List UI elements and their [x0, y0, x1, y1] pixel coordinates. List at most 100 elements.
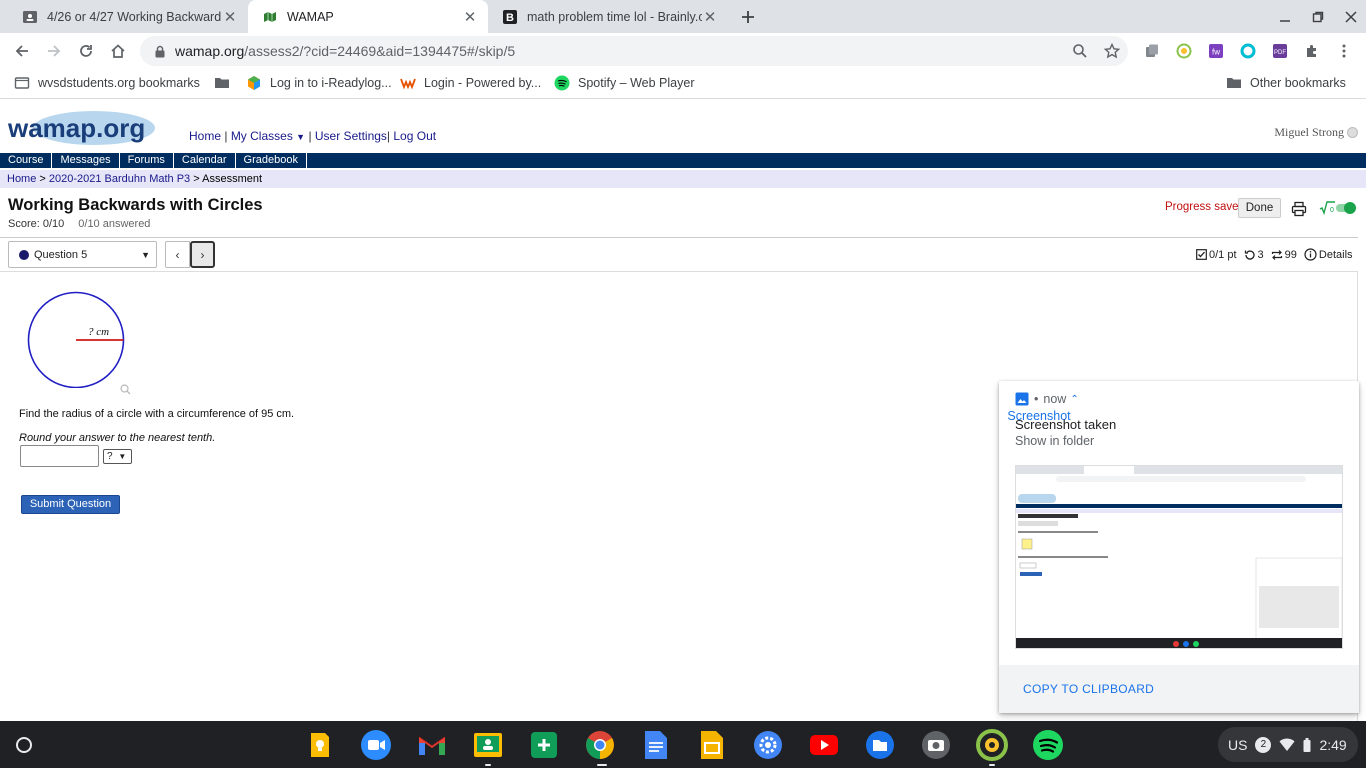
window-close-button[interactable]: [1334, 0, 1366, 33]
sheets-icon: [531, 732, 557, 758]
home-button[interactable]: [102, 35, 134, 67]
nav-gradebook[interactable]: Gradebook: [236, 153, 307, 168]
reload-button[interactable]: [70, 35, 102, 67]
forward-button[interactable]: [38, 35, 70, 67]
details-button[interactable]: Details: [1304, 248, 1353, 261]
screenshot-notification[interactable]: Screenshot • now ⌃ Screenshot taken Show…: [999, 381, 1359, 713]
bookmark-login-powered[interactable]: Login - Powered by...: [400, 75, 541, 91]
notification-title: Screenshot taken: [1015, 417, 1117, 432]
unit-select-value: ?: [107, 451, 113, 462]
shelf-zoom[interactable]: [360, 729, 392, 761]
shelf-gmail[interactable]: [416, 729, 448, 761]
bookmark-iready[interactable]: Log in to i-Readylog...: [246, 75, 392, 91]
classroom-icon: [23, 10, 37, 23]
tab-strip: 4/26 or 4/27 Working Backward ✕ WAMAP ✕ …: [0, 0, 1366, 33]
shelf-docs[interactable]: [640, 729, 672, 761]
back-button[interactable]: [6, 35, 38, 67]
keep-icon: [311, 733, 329, 757]
minimize-icon: [1280, 19, 1290, 22]
shelf-iready[interactable]: [976, 729, 1008, 761]
close-icon[interactable]: ✕: [222, 9, 238, 26]
notification-header: Screenshot • now ⌃: [1007, 392, 1078, 423]
answer-input[interactable]: [20, 445, 99, 467]
url-path: /assess2/?cid=24469&aid=1394475#/skip/5: [244, 43, 516, 59]
iready-icon: [248, 76, 260, 90]
new-tab-button[interactable]: [731, 0, 765, 33]
copy-to-clipboard-button[interactable]: COPY TO CLIPBOARD: [1023, 682, 1154, 696]
shelf-chrome[interactable]: [584, 729, 616, 761]
home-link[interactable]: Home: [189, 129, 221, 143]
nav-course[interactable]: Course: [0, 153, 53, 168]
done-button[interactable]: Done: [1238, 198, 1281, 218]
submit-question-button[interactable]: Submit Question: [21, 495, 120, 514]
bookmark-star-icon[interactable]: [1104, 43, 1120, 59]
retry-icon: [1244, 249, 1255, 260]
tab-brainly[interactable]: B math problem time lol - Brainly.c ✕: [488, 0, 728, 33]
screenshot-thumbnail[interactable]: [1015, 465, 1343, 649]
spotify-icon: [1033, 730, 1063, 760]
tab-title: 4/26 or 4/27 Working Backward: [47, 9, 222, 24]
print-icon[interactable]: [1291, 201, 1307, 217]
colorful-circle-icon[interactable]: [1240, 43, 1256, 59]
bookmark-wvsdstudents[interactable]: wvsdstudents.org bookmarks: [14, 75, 200, 91]
address-bar[interactable]: wamap.org/assess2/?cid=24469&aid=1394475…: [140, 36, 1128, 66]
breadcrumb-course[interactable]: 2020-2021 Barduhn Math P3: [49, 173, 190, 185]
prev-question-button[interactable]: ‹: [165, 241, 190, 268]
shelf-sheets[interactable]: [528, 729, 560, 761]
locale-label: US: [1228, 736, 1248, 753]
math-display-toggle[interactable]: 0: [1319, 201, 1357, 215]
question-hint: Round your answer to the nearest tenth.: [19, 432, 216, 444]
next-question-button[interactable]: ›: [190, 241, 215, 268]
tab-wamap[interactable]: WAMAP ✕: [248, 0, 488, 33]
user-avatar-icon[interactable]: [1347, 127, 1358, 138]
extensions-puzzle-icon[interactable]: [1304, 43, 1320, 59]
close-icon[interactable]: ✕: [702, 9, 718, 26]
puzzle-purple-icon[interactable]: fw: [1208, 43, 1224, 59]
bookmark-folder[interactable]: [214, 75, 238, 91]
question-text: Find the radius of a circle with a circu…: [19, 408, 295, 420]
restore-button[interactable]: [1301, 0, 1335, 33]
shelf-youtube[interactable]: [808, 729, 840, 761]
show-in-folder[interactable]: Show in folder: [1015, 434, 1094, 448]
magnify-icon[interactable]: [120, 384, 131, 395]
minimize-button[interactable]: [1268, 0, 1302, 33]
iready-extension-icon[interactable]: [1176, 43, 1192, 59]
shelf-slides[interactable]: [696, 729, 728, 761]
user-settings-link[interactable]: User Settings: [315, 129, 387, 143]
nav-forums[interactable]: Forums: [120, 153, 174, 168]
nav-messages[interactable]: Messages: [52, 153, 120, 168]
checkbox-icon: [1196, 249, 1207, 260]
my-classes-link[interactable]: My Classes ▼: [231, 129, 305, 143]
bookmark-spotify[interactable]: Spotify – Web Player: [554, 75, 695, 91]
wamap-logo[interactable]: wamap.org: [6, 110, 156, 150]
points-info: 0/1 pt: [1196, 249, 1237, 261]
bookmark-label: wvsdstudents.org bookmarks: [38, 76, 200, 90]
status-tray[interactable]: US 2 2:49: [1218, 727, 1358, 762]
shelf-files[interactable]: [864, 729, 896, 761]
other-bookmarks[interactable]: Other bookmarks: [1226, 75, 1346, 91]
tab-classroom[interactable]: 4/26 or 4/27 Working Backward ✕: [8, 0, 248, 33]
question-select[interactable]: Question 5 ▼: [8, 241, 157, 268]
zoom-search-icon[interactable]: [1072, 43, 1088, 59]
chrome-icon: [586, 731, 614, 759]
launcher-button[interactable]: [8, 729, 40, 761]
shelf-camera[interactable]: [920, 729, 952, 761]
close-icon[interactable]: ✕: [462, 9, 478, 26]
log-out-link[interactable]: Log Out: [393, 129, 436, 143]
top-links: Home | My Classes ▼ | User Settings| Log…: [189, 129, 437, 143]
chevron-up-icon[interactable]: ⌃: [1070, 394, 1078, 405]
forward-arrow-icon: [48, 45, 61, 57]
more-menu-icon[interactable]: [1336, 43, 1352, 59]
shelf-classroom[interactable]: [472, 729, 504, 761]
breadcrumb-home[interactable]: Home: [7, 173, 36, 185]
shelf-settings[interactable]: [752, 729, 784, 761]
toggle-switch[interactable]: [1335, 201, 1357, 215]
shelf-keep[interactable]: [304, 729, 336, 761]
answered-count: 0/10 answered: [78, 218, 151, 230]
pdf-icon[interactable]: PDF: [1272, 43, 1288, 59]
back-arrow-icon: [15, 45, 28, 57]
nav-calendar[interactable]: Calendar: [174, 153, 236, 168]
shelf-spotify[interactable]: [1032, 729, 1064, 761]
extension-icon-1[interactable]: [1144, 43, 1160, 59]
unit-select[interactable]: ? ▼: [103, 449, 132, 464]
